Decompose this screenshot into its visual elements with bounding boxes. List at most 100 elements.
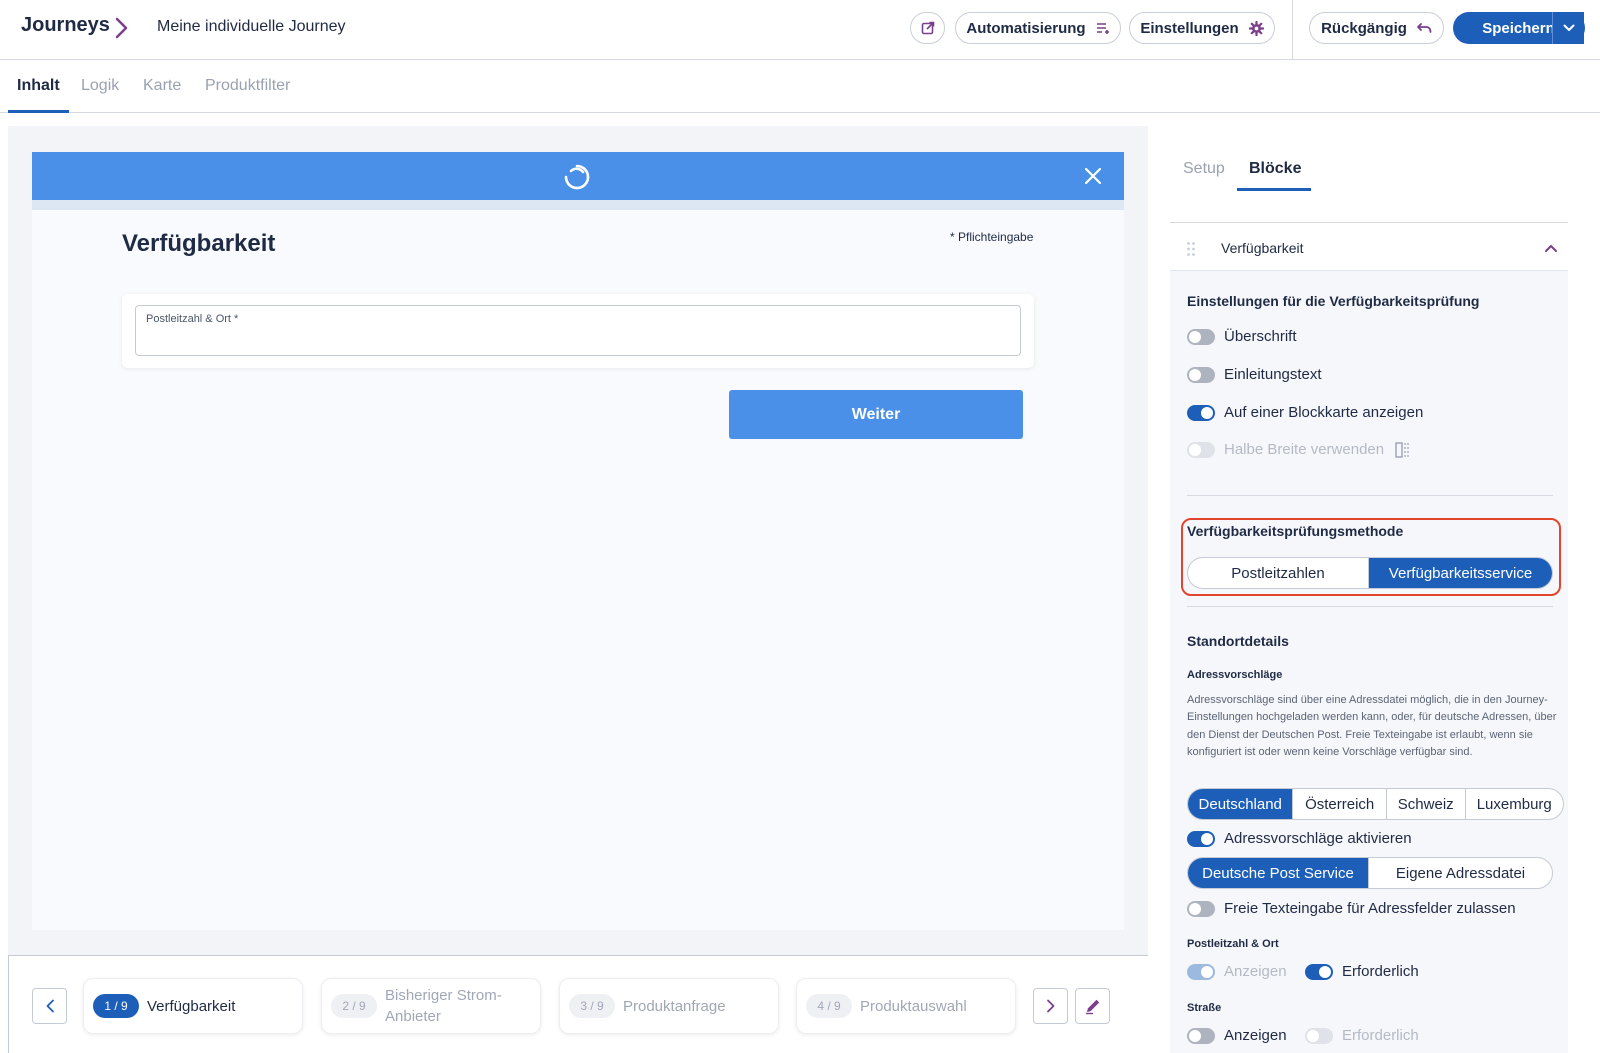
street-show-row[interactable]: Anzeigen	[1187, 1027, 1287, 1044]
street-required-label: Erforderlich	[1342, 1027, 1419, 1044]
half-width-toggle-row: Halbe Breite verwenden	[1187, 441, 1411, 458]
save-options-button[interactable]	[1552, 12, 1585, 44]
half-width-toggle	[1187, 441, 1215, 458]
step-label: Verfügbarkeit	[147, 997, 236, 1015]
tab-produktfilter[interactable]: Produktfilter	[205, 77, 290, 95]
free-text-row[interactable]: Freie Texteingabe für Adressfelder zulas…	[1187, 900, 1516, 917]
chevron-right-icon	[115, 17, 128, 39]
country-option-deutschland[interactable]: Deutschland	[1188, 789, 1294, 819]
intro-toggle-label: Einleitungstext	[1224, 366, 1322, 383]
edit-steps-button[interactable]	[1075, 988, 1110, 1024]
zip-required-toggle[interactable]	[1305, 963, 1333, 980]
zip-city-section-title: Postleitzahl & Ort	[1187, 938, 1279, 950]
drag-handle-icon[interactable]	[1186, 241, 1196, 257]
zip-show-row: Anzeigen	[1187, 963, 1287, 980]
chevron-up-icon[interactable]	[1544, 242, 1558, 254]
location-details-title: Standortdetails	[1187, 633, 1289, 649]
method-title: Verfügbarkeitsprüfungsmethode	[1187, 523, 1404, 539]
step-badge: 1 / 9	[93, 994, 139, 1018]
pencil-icon	[1085, 999, 1099, 1015]
heading-toggle[interactable]	[1187, 328, 1215, 345]
undo-label: Rückgängig	[1321, 19, 1407, 37]
country-option-schweiz[interactable]: Schweiz	[1387, 789, 1466, 819]
open-preview-button[interactable]	[910, 12, 945, 44]
zip-city-label: Postleitzahl & Ort *	[146, 313, 239, 325]
page-title: Verfügbarkeit	[122, 230, 276, 257]
country-option-luxemburg[interactable]: Luxemburg	[1466, 789, 1563, 819]
step-item[interactable]: 3 / 9 Produktanfrage	[559, 978, 779, 1034]
block-card-toggle-label: Auf einer Blockkarte anzeigen	[1224, 404, 1424, 421]
zip-required-row[interactable]: Erforderlich	[1305, 963, 1419, 980]
chevron-left-icon	[46, 999, 54, 1013]
block-card-toggle-row[interactable]: Auf einer Blockkarte anzeigen	[1187, 404, 1423, 421]
country-selector[interactable]: Deutschland Österreich Schweiz Luxemburg	[1187, 788, 1564, 820]
zip-show-label: Anzeigen	[1224, 963, 1287, 980]
method-option-verfuegbarkeitsservice[interactable]: Verfügbarkeitsservice	[1369, 558, 1552, 588]
street-required-row: Erforderlich	[1305, 1027, 1419, 1044]
journeys-breadcrumb-link[interactable]: Journeys	[21, 14, 110, 37]
content-tabs: Inhalt Logik Karte Produktfilter	[0, 60, 1600, 113]
undo-icon	[1417, 23, 1432, 33]
step-label: Produktauswahl	[860, 997, 967, 1015]
method-selector[interactable]: Postleitzahlen Verfügbarkeitsservice	[1187, 557, 1553, 589]
preview-progress-strip	[32, 200, 1124, 210]
settings-button[interactable]: Einstellungen	[1129, 12, 1275, 44]
tab-inhalt[interactable]: Inhalt	[17, 77, 60, 95]
toolbar-divider	[1292, 0, 1293, 60]
tab-karte[interactable]: Karte	[143, 77, 181, 95]
service-option-eigene-adressdatei[interactable]: Eigene Adressdatei	[1369, 858, 1552, 888]
next-button[interactable]: Weiter	[729, 390, 1023, 439]
address-suggestions-title: Adressvorschläge	[1187, 669, 1283, 681]
undo-button[interactable]: Rückgängig	[1309, 12, 1444, 44]
address-source-selector[interactable]: Deutsche Post Service Eigene Adressdatei	[1187, 857, 1553, 889]
step-badge: 2 / 9	[331, 994, 377, 1018]
zip-city-input[interactable]	[135, 305, 1021, 356]
section-divider	[1187, 495, 1553, 496]
tab-setup[interactable]: Setup	[1183, 160, 1225, 178]
activate-suggestions-row[interactable]: Adressvorschläge aktivieren	[1187, 830, 1412, 847]
availability-settings-title: Einstellungen für die Verfügbarkeitsprüf…	[1187, 293, 1480, 309]
heading-toggle-row[interactable]: Überschrift	[1187, 328, 1297, 345]
previous-step-button[interactable]	[32, 988, 67, 1024]
street-section-title: Straße	[1187, 1002, 1222, 1014]
top-bar: Journeys Meine individuelle Journey Auto…	[0, 0, 1600, 60]
section-divider	[1187, 606, 1553, 607]
step-label: Bisheriger Strom-Anbieter	[385, 987, 502, 1025]
step-item[interactable]: 1 / 9 Verfügbarkeit	[83, 978, 303, 1034]
activate-suggestions-toggle[interactable]	[1187, 830, 1215, 847]
settings-label: Einstellungen	[1140, 19, 1239, 37]
free-text-label: Freie Texteingabe für Adressfelder zulas…	[1224, 900, 1516, 917]
close-icon[interactable]	[1084, 167, 1102, 185]
chevron-down-icon	[1563, 24, 1575, 31]
active-tab-indicator	[8, 110, 69, 113]
zip-required-label: Erforderlich	[1342, 963, 1419, 980]
block-card-toggle[interactable]	[1187, 404, 1215, 421]
service-option-deutsche-post[interactable]: Deutsche Post Service	[1188, 858, 1370, 888]
automation-button[interactable]: Automatisierung	[955, 12, 1121, 44]
tab-bloecke[interactable]: Blöcke	[1249, 160, 1301, 178]
address-suggestions-description: Adressvorschläge sind über eine Adressda…	[1187, 694, 1557, 758]
journey-name[interactable]: Meine individuelle Journey	[157, 18, 346, 36]
logo-icon	[564, 164, 590, 190]
country-option-oesterreich[interactable]: Österreich	[1293, 789, 1387, 819]
zip-show-toggle	[1187, 963, 1215, 980]
automation-label: Automatisierung	[966, 19, 1086, 37]
heading-toggle-label: Überschrift	[1224, 328, 1297, 345]
activate-suggestions-label: Adressvorschläge aktivieren	[1224, 830, 1412, 847]
intro-toggle-row[interactable]: Einleitungstext	[1187, 366, 1322, 383]
half-width-icon	[1395, 441, 1409, 458]
step-item[interactable]: 4 / 9 Produktauswahl	[796, 978, 1016, 1034]
intro-text-toggle[interactable]	[1187, 366, 1215, 383]
step-label: Produktanfrage	[623, 997, 726, 1015]
tab-logik[interactable]: Logik	[81, 77, 119, 95]
list-icon	[1096, 23, 1109, 34]
method-option-postleitzahlen[interactable]: Postleitzahlen	[1188, 558, 1370, 588]
required-note: * Pflichteingabe	[950, 230, 1034, 244]
chevron-right-icon	[1046, 999, 1054, 1013]
next-step-button[interactable]	[1033, 988, 1068, 1024]
panel-active-tab-indicator	[1237, 188, 1311, 191]
step-item[interactable]: 2 / 9 Bisheriger Strom-Anbieter	[321, 978, 541, 1034]
free-text-toggle[interactable]	[1187, 900, 1215, 917]
step-badge: 3 / 9	[569, 994, 615, 1018]
street-show-toggle[interactable]	[1187, 1027, 1215, 1044]
